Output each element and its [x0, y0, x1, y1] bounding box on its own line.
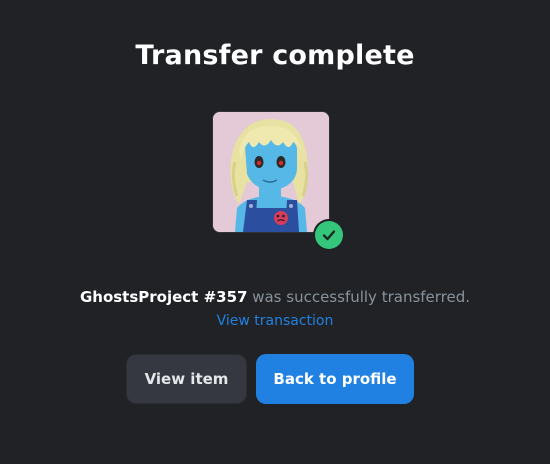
- nft-thumbnail: [212, 111, 330, 233]
- transfer-message: GhostsProject #357 was successfully tran…: [0, 288, 550, 306]
- item-name: GhostsProject #357: [79, 288, 248, 306]
- transfer-success-badge: [313, 219, 345, 251]
- ghost-nft-image: [213, 112, 329, 232]
- check-circle-icon: [315, 221, 343, 249]
- transfer-message-suffix: was successfully transferred.: [247, 288, 471, 306]
- modal-title: Transfer complete: [135, 40, 415, 71]
- back-to-profile-button[interactable]: Back to profile: [256, 354, 414, 404]
- view-item-button[interactable]: View item: [126, 354, 247, 404]
- view-transaction-link[interactable]: View transaction: [0, 313, 550, 329]
